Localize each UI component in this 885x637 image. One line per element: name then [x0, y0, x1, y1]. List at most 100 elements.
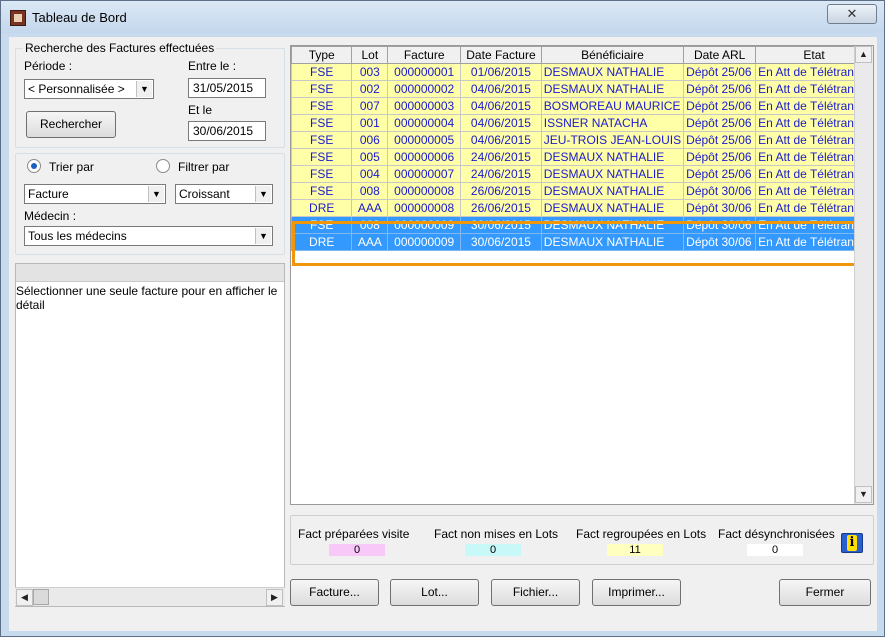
cell-beneficiaire: DESMAUX NATHALIE: [540, 182, 685, 200]
table-row[interactable]: FSE 007 000000003 04/06/2015 BOSMOREAU M…: [290, 97, 873, 115]
table-header: Type Lot Facture Date Facture Bénéficiai…: [290, 46, 873, 64]
sort-order-select[interactable]: Croissant ▼: [175, 184, 273, 204]
scroll-down-icon[interactable]: ▼: [855, 486, 872, 503]
cell-beneficiaire: DESMAUX NATHALIE: [540, 148, 685, 166]
column-header-date-facture[interactable]: Date Facture: [460, 46, 542, 64]
sort-field-select[interactable]: Facture ▼: [24, 184, 166, 204]
doctor-label: Médecin :: [24, 209, 77, 223]
detail-panel: Sélectionner une seule facture pour en a…: [15, 263, 285, 607]
cell-date-arl: Dépôt 25/06: [683, 97, 757, 115]
period-select[interactable]: < Personnalisée > ▼: [24, 79, 154, 99]
scroll-right-icon[interactable]: ▶: [266, 589, 283, 606]
detail-message: Sélectionner une seule facture pour en a…: [16, 284, 278, 312]
cell-facture: 000000001: [387, 63, 462, 81]
cell-beneficiaire: DESMAUX NATHALIE: [540, 80, 685, 98]
cell-lot: 004: [351, 165, 389, 183]
lot-button[interactable]: Lot...: [390, 579, 479, 606]
cell-date-arl: Dépôt 25/06: [683, 114, 757, 132]
cell-beneficiaire: DESMAUX NATHALIE: [540, 165, 685, 183]
chevron-down-icon[interactable]: ▼: [148, 186, 164, 202]
grid-vertical-scrollbar[interactable]: ▲ ▼: [854, 46, 873, 504]
cell-type: FSE: [290, 182, 353, 200]
cell-lot: 007: [351, 97, 389, 115]
cell-lot: AAA: [351, 199, 389, 217]
client-area: Recherche des Factures effectuées Périod…: [9, 37, 877, 631]
grouped-count: 11: [607, 544, 663, 556]
to-date-input[interactable]: 30/06/2015: [188, 121, 266, 141]
column-header-type[interactable]: Type: [290, 46, 353, 64]
tableau-de-bord-window: Tableau de Bord ✕ Recherche des Factures…: [0, 0, 885, 637]
table-row[interactable]: FSE 001 000000004 04/06/2015 ISSNER NATA…: [290, 114, 873, 132]
scroll-up-icon[interactable]: ▲: [855, 46, 872, 63]
table-row[interactable]: FSE 005 000000006 24/06/2015 DESMAUX NAT…: [290, 148, 873, 166]
cell-type: FSE: [290, 63, 353, 81]
doctor-select[interactable]: Tous les médecins ▼: [24, 226, 273, 246]
table-row[interactable]: DRE AAA 000000008 26/06/2015 DESMAUX NAT…: [290, 199, 873, 217]
prepared-label: Fact préparées visite: [298, 527, 410, 541]
chevron-down-icon[interactable]: ▼: [255, 186, 271, 202]
detail-horizontal-scrollbar[interactable]: ◀ ▶: [15, 587, 285, 606]
info-icon[interactable]: [841, 533, 863, 553]
chevron-down-icon[interactable]: ▼: [255, 228, 271, 244]
column-header-date-arl[interactable]: Date ARL: [683, 46, 757, 64]
cell-date-arl: Dépôt 25/06: [683, 131, 757, 149]
cell-beneficiaire: BOSMOREAU MAURICE: [540, 97, 685, 115]
cell-date-facture: 26/06/2015: [460, 182, 542, 200]
cell-beneficiaire: DESMAUX NATHALIE: [540, 199, 685, 217]
cell-date-arl: Dépôt 30/06: [683, 182, 757, 200]
cell-facture: 000000006: [387, 148, 462, 166]
to-date-label: Et le: [188, 103, 213, 117]
cell-type: FSE: [290, 97, 353, 115]
cell-date-facture: 24/06/2015: [460, 148, 542, 166]
table-row[interactable]: FSE 002 000000002 04/06/2015 DESMAUX NAT…: [290, 80, 873, 98]
search-button[interactable]: Rechercher: [26, 111, 116, 138]
scrollbar-thumb[interactable]: [33, 589, 49, 605]
imprimer-button[interactable]: Imprimer...: [592, 579, 681, 606]
cell-lot: 005: [351, 148, 389, 166]
cell-beneficiaire: DESMAUX NATHALIE: [540, 63, 685, 81]
cell-type: FSE: [290, 165, 353, 183]
sort-field-value: Facture: [28, 187, 69, 201]
period-label: Période :: [24, 59, 73, 73]
from-date-input[interactable]: 31/05/2015: [188, 78, 266, 98]
cell-date-facture: 26/06/2015: [460, 199, 542, 217]
cell-type: FSE: [290, 80, 353, 98]
selection-highlight: [292, 221, 857, 266]
sort-radio-label: Trier par: [49, 160, 94, 174]
cell-date-arl: Dépôt 25/06: [683, 165, 757, 183]
table-row[interactable]: FSE 003 000000001 01/06/2015 DESMAUX NAT…: [290, 63, 873, 81]
table-row[interactable]: FSE 008 000000008 26/06/2015 DESMAUX NAT…: [290, 182, 873, 200]
prepared-count: 0: [329, 544, 385, 556]
fichier-button[interactable]: Fichier...: [491, 579, 580, 606]
cell-facture: 000000008: [387, 199, 462, 217]
unbatched-label: Fact non mises en Lots: [434, 527, 559, 541]
filter-radio[interactable]: [156, 159, 170, 173]
title-bar: Tableau de Bord ✕: [1, 1, 884, 33]
chevron-down-icon[interactable]: ▼: [136, 81, 152, 97]
column-header-lot[interactable]: Lot: [351, 46, 389, 64]
desync-count: 0: [747, 544, 803, 556]
unbatched-count: 0: [465, 544, 521, 556]
period-value: < Personnalisée >: [28, 82, 125, 96]
facture-button[interactable]: Facture...: [290, 579, 379, 606]
grouped-label: Fact regroupées en Lots: [576, 527, 707, 541]
cell-facture: 000000002: [387, 80, 462, 98]
cell-lot: 003: [351, 63, 389, 81]
close-button[interactable]: ✕: [827, 4, 877, 24]
cell-type: FSE: [290, 114, 353, 132]
stats-panel: Fact préparées visite 0 Fact non mises e…: [290, 515, 874, 565]
sort-radio[interactable]: [27, 159, 41, 173]
scroll-left-icon[interactable]: ◀: [16, 589, 33, 606]
cell-date-facture: 04/06/2015: [460, 97, 542, 115]
table-row[interactable]: FSE 004 000000007 24/06/2015 DESMAUX NAT…: [290, 165, 873, 183]
column-header-facture[interactable]: Facture: [387, 46, 462, 64]
fermer-button[interactable]: Fermer: [779, 579, 871, 606]
cell-facture: 000000004: [387, 114, 462, 132]
cell-date-arl: Dépôt 25/06: [683, 148, 757, 166]
column-header-beneficiaire[interactable]: Bénéficiaire: [540, 46, 685, 64]
filter-radio-label: Filtrer par: [178, 160, 230, 174]
table-row[interactable]: FSE 006 000000005 04/06/2015 JEU-TROIS J…: [290, 131, 873, 149]
window-title: Tableau de Bord: [32, 10, 127, 25]
cell-facture: 000000003: [387, 97, 462, 115]
doctor-value: Tous les médecins: [28, 229, 127, 243]
